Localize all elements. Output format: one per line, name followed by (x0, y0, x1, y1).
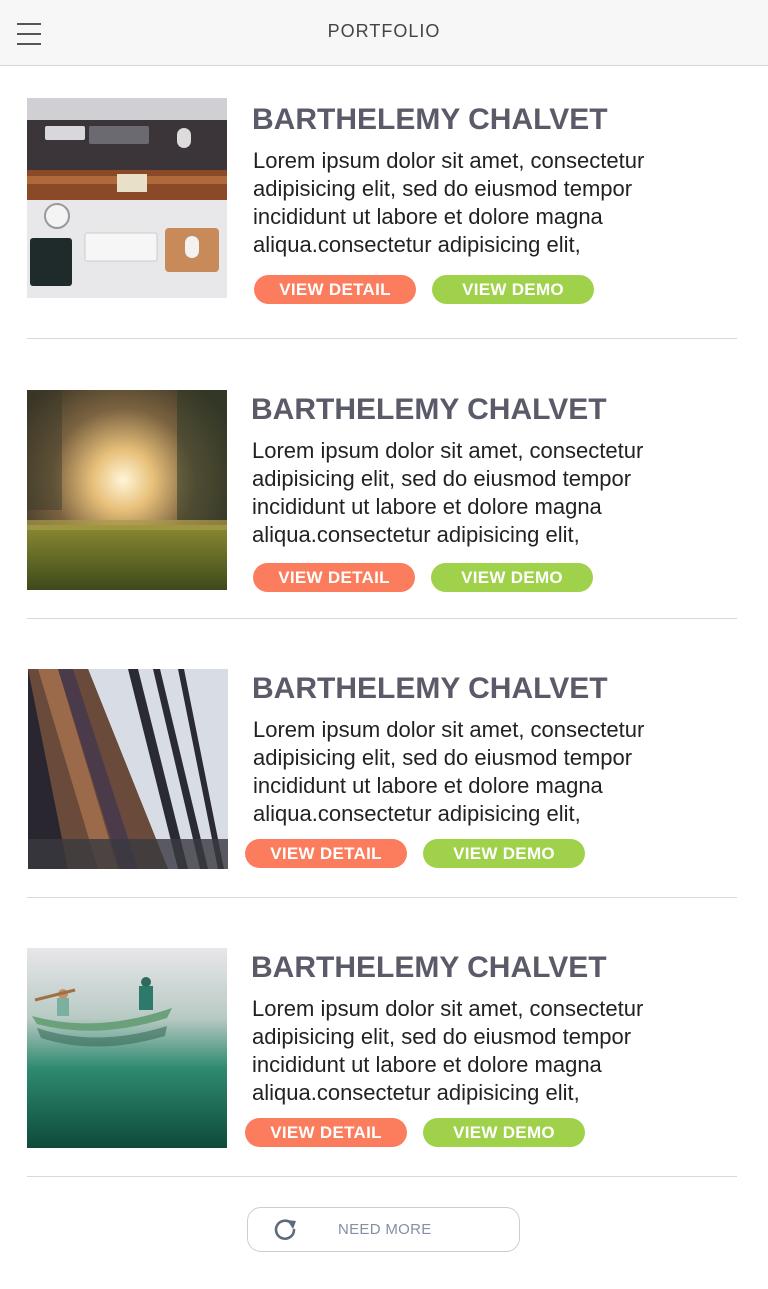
library-shelves-photo[interactable] (28, 669, 228, 869)
view-demo-button[interactable]: VIEW DEMO (432, 275, 594, 304)
canoe-lake-photo[interactable] (27, 948, 227, 1148)
divider (27, 1176, 737, 1177)
divider (27, 338, 737, 339)
sunset-grass-photo[interactable] (27, 390, 227, 590)
view-demo-button[interactable]: VIEW DEMO (423, 839, 585, 868)
view-detail-button[interactable]: VIEW DETAIL (254, 275, 416, 304)
view-detail-button[interactable]: VIEW DETAIL (245, 839, 407, 868)
view-detail-button[interactable]: VIEW DETAIL (253, 563, 415, 592)
view-demo-button[interactable]: VIEW DEMO (423, 1118, 585, 1147)
need-more-label: NEED MORE (338, 1221, 432, 1238)
refresh-icon (274, 1219, 296, 1240)
item-description: Lorem ipsum dolor sit amet, consectetur … (252, 996, 644, 1105)
workspace-desk-photo[interactable] (27, 98, 227, 298)
item-title: BARTHELEMY CHALVET (251, 393, 607, 426)
top-bar: PORTFOLIO (0, 0, 768, 66)
page-title: PORTFOLIO (327, 21, 441, 41)
view-detail-button[interactable]: VIEW DETAIL (245, 1118, 407, 1147)
item-title: BARTHELEMY CHALVET (252, 672, 608, 705)
divider (27, 897, 737, 898)
view-demo-button[interactable]: VIEW DEMO (431, 563, 593, 592)
item-description: Lorem ipsum dolor sit amet, consectetur … (253, 148, 645, 257)
item-description: Lorem ipsum dolor sit amet, consectetur … (253, 717, 645, 826)
item-description: Lorem ipsum dolor sit amet, consectetur … (252, 438, 644, 547)
item-title: BARTHELEMY CHALVET (252, 103, 608, 136)
divider (27, 618, 737, 619)
item-title: BARTHELEMY CHALVET (251, 951, 607, 984)
need-more-button[interactable]: NEED MORE (247, 1207, 520, 1252)
